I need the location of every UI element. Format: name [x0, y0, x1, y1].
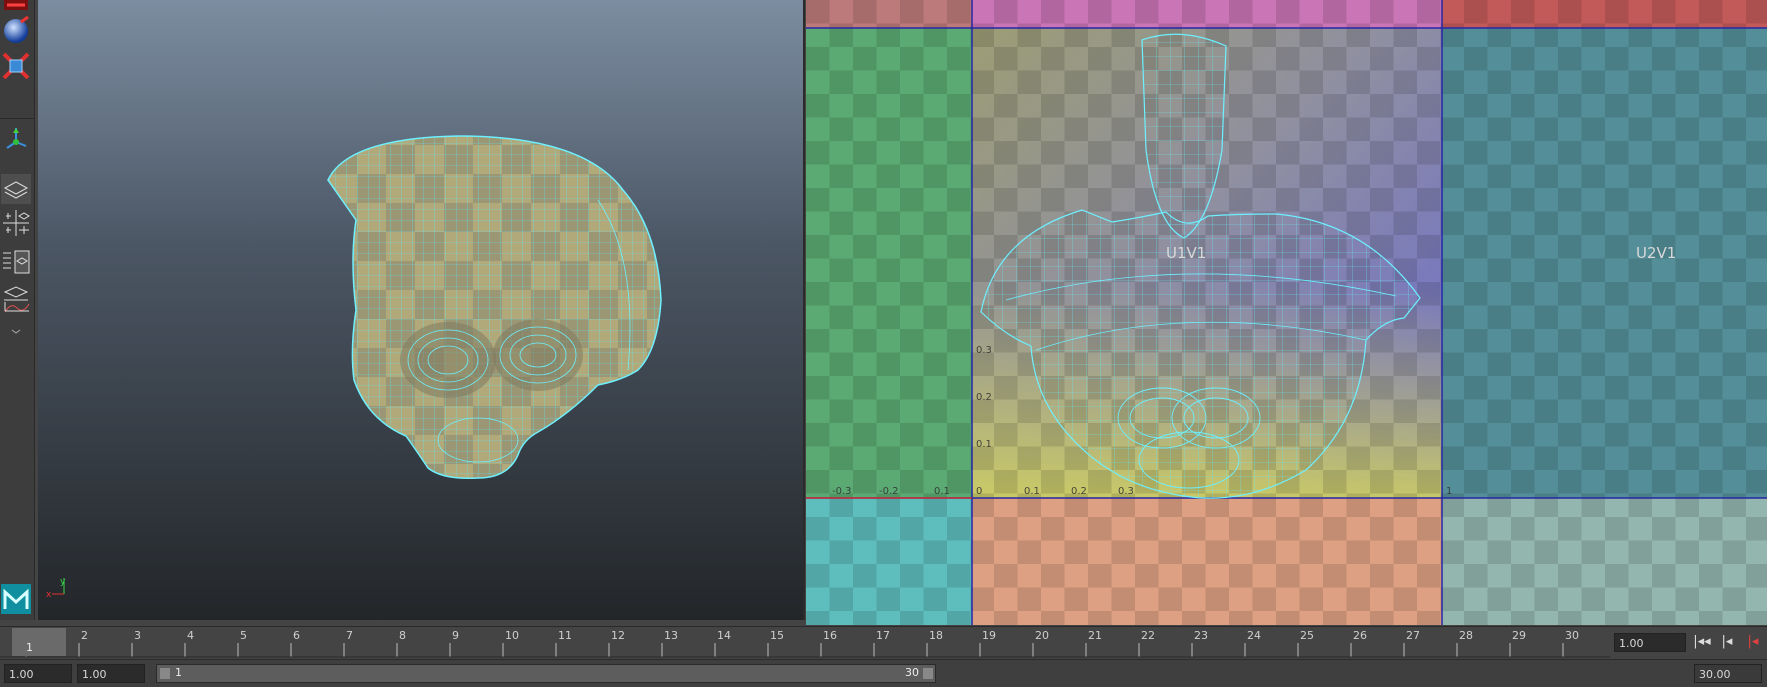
- outliner-layout-icon[interactable]: [1, 247, 31, 277]
- frame-tick-label: 6: [293, 629, 300, 642]
- frame-tick-label: 29: [1512, 629, 1526, 642]
- uv-editor[interactable]: U1V1 U2V1 -0.3 -0.2 0.1 0 0.1 0.2 0.3 0.…: [806, 0, 1767, 625]
- current-frame-marker[interactable]: [12, 628, 66, 656]
- frame-tick-label: 17: [876, 629, 890, 642]
- scale-tool-icon[interactable]: [1, 51, 31, 81]
- play-back-icon[interactable]: |◂: [1742, 631, 1764, 653]
- range-handle-end[interactable]: [923, 668, 933, 679]
- axis-x-label: x: [46, 590, 52, 600]
- go-to-start-icon[interactable]: |◂: [1716, 631, 1738, 653]
- frame-tick-label: 22: [1141, 629, 1155, 642]
- current-frame-label: 1: [26, 641, 33, 654]
- more-icon[interactable]: [1, 322, 31, 340]
- frame-tick-label: 27: [1406, 629, 1420, 642]
- single-pane-layout-icon[interactable]: [1, 174, 31, 204]
- tool-box: [0, 0, 35, 620]
- frame-tick-label: 9: [452, 629, 459, 642]
- end-time-field[interactable]: 30.00: [1694, 664, 1762, 683]
- uv-axis-label: -0.2: [879, 486, 899, 497]
- frame-tick-label: 21: [1088, 629, 1102, 642]
- sphere-icon[interactable]: [1, 15, 31, 46]
- frame-tick-label: 15: [770, 629, 784, 642]
- graph-layout-icon[interactable]: [1, 284, 31, 314]
- frame-tick-label: 28: [1459, 629, 1473, 642]
- frame-tick-label: 16: [823, 629, 837, 642]
- time-ruler[interactable]: 1234567891011121314151617181920212223242…: [0, 627, 1610, 658]
- uv-axis-label: 0: [976, 486, 982, 497]
- perspective-viewport[interactable]: y x: [38, 0, 805, 620]
- frame-tick-label: 5: [240, 629, 247, 642]
- maya-logo-icon: [1, 584, 31, 614]
- frame-tick-label: 12: [611, 629, 625, 642]
- uv-tile-label-u1v1: U1V1: [1166, 244, 1206, 262]
- uv-axis-label: 0.3: [976, 345, 992, 356]
- frame-tick-label: 24: [1247, 629, 1261, 642]
- head-mesh[interactable]: y x: [38, 0, 803, 620]
- frame-tick-label: 25: [1300, 629, 1314, 642]
- uv-axis-label: 0.2: [976, 392, 992, 403]
- frame-tick-label: 10: [505, 629, 519, 642]
- manipulator-icon[interactable]: [1, 124, 31, 154]
- range-handle-start[interactable]: [160, 668, 170, 679]
- frame-tick-label: 4: [187, 629, 194, 642]
- uv-axis-label: 0.1: [934, 486, 950, 497]
- four-pane-layout-icon[interactable]: [1, 208, 31, 238]
- playback-start-field[interactable]: 1.00: [77, 664, 145, 683]
- axis-y-label: y: [60, 577, 66, 587]
- frame-tick-label: 19: [982, 629, 996, 642]
- frame-tick-label: 14: [717, 629, 731, 642]
- range-slider-bar: 1.00 1.00 1 30 30.00: [0, 659, 1767, 687]
- uv-canvas[interactable]: U1V1 U2V1 -0.3 -0.2 0.1 0 0.1 0.2 0.3 0.…: [806, 0, 1767, 625]
- step-back-icon[interactable]: |◂◂: [1691, 631, 1713, 653]
- uv-axis-label: -0.3: [832, 486, 852, 497]
- frame-tick-label: 23: [1194, 629, 1208, 642]
- frame-tick-label: 30: [1565, 629, 1579, 642]
- frame-tick-label: 8: [399, 629, 406, 642]
- frame-tick-label: 18: [929, 629, 943, 642]
- move-tool-icon[interactable]: [1, 0, 31, 12]
- range-slider[interactable]: 1 30: [156, 664, 936, 683]
- frame-tick-label: 20: [1035, 629, 1049, 642]
- uv-axis-label: 0.1: [1024, 486, 1040, 497]
- range-slider-end-label: 30: [905, 666, 919, 679]
- frame-tick-label: 2: [81, 629, 88, 642]
- start-time-field[interactable]: 1.00: [4, 664, 72, 683]
- uv-tile-label-u2v1: U2V1: [1636, 244, 1676, 262]
- frame-tick-label: 3: [134, 629, 141, 642]
- frame-tick-label: 7: [346, 629, 353, 642]
- uv-axis-label: 0.1: [976, 439, 992, 450]
- uv-corner-label: 1: [1446, 486, 1452, 497]
- divider: [0, 118, 34, 119]
- current-time-field[interactable]: 1.00: [1614, 633, 1686, 652]
- uv-axis-label: 0.2: [1071, 486, 1087, 497]
- time-slider[interactable]: 1234567891011121314151617181920212223242…: [0, 626, 1767, 658]
- frame-tick-label: 13: [664, 629, 678, 642]
- frame-tick-label: 26: [1353, 629, 1367, 642]
- frame-tick-label: 11: [558, 629, 572, 642]
- uv-axis-label: 0.3: [1118, 486, 1134, 497]
- range-slider-start-label: 1: [175, 666, 182, 679]
